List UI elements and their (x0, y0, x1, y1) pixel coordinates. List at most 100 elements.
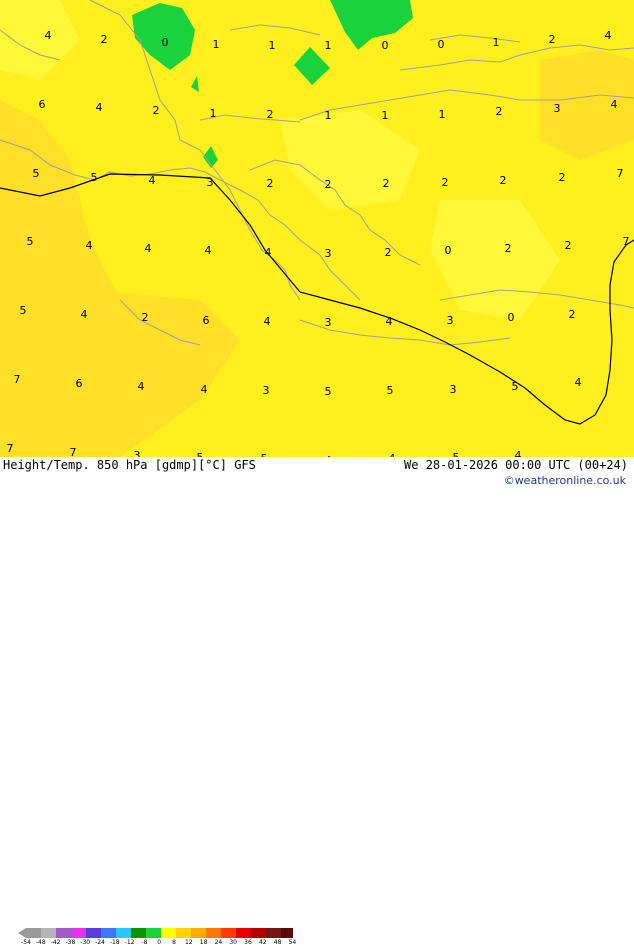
scale-segment (131, 928, 146, 938)
temperature-label: 1 (493, 36, 500, 49)
scale-tick-label: -18 (109, 939, 120, 946)
scale-segment (41, 928, 56, 938)
temperature-label: 0 (438, 38, 445, 51)
temperature-label: 7 (7, 442, 14, 455)
temperature-label: 4 (86, 239, 93, 252)
temperature-label: 0 (162, 36, 169, 49)
temperature-label: 3 (325, 316, 332, 329)
scale-segment (26, 928, 41, 938)
scale-segment (236, 928, 251, 938)
scale-tick-label: -54 (21, 939, 31, 946)
temperature-label: 3 (450, 383, 457, 396)
temperature-label: 5 (387, 384, 394, 397)
temperature-label: 4 (149, 174, 156, 187)
temperature-label: 2 (442, 176, 449, 189)
scale-segment (191, 928, 206, 938)
scale-tick-label: 54 (288, 939, 297, 946)
temperature-label: 5 (512, 380, 519, 393)
temperature-label: 2 (385, 246, 392, 259)
scale-segment (176, 928, 191, 938)
temperature-label: 2 (325, 178, 332, 191)
temperature-label: 4 (386, 315, 393, 328)
scale-segment (101, 928, 116, 938)
temperature-label: 1 (439, 108, 446, 121)
scale-tick-label: -48 (35, 939, 46, 946)
temperature-label: 5 (325, 385, 332, 398)
temperature-label: 2 (267, 108, 274, 121)
temperature-label: 4 (45, 29, 52, 42)
scale-tick-label: 8 (172, 939, 176, 946)
temperature-label: 2 (496, 105, 503, 118)
scale-segment (146, 928, 161, 938)
temperature-label: 2 (267, 177, 274, 190)
temperature-label: 6 (203, 314, 210, 327)
temperature-label: 4 (145, 242, 152, 255)
color-scale-ticks: -54 -48 -42 -38 -30 -24 -18 -12 -8 0 8 12 18 24 30 36 42… (21, 939, 297, 947)
temperature-label: 5 (33, 167, 40, 180)
scale-segment (281, 928, 293, 938)
scale-segment (161, 928, 176, 938)
temperature-label: 4 (96, 101, 103, 114)
temperature-label: 3 (263, 384, 270, 397)
temperature-label: 3 (325, 247, 332, 260)
scale-tick-label: 30 (229, 939, 238, 946)
temperature-label: 0 (508, 311, 515, 324)
valid-datetime: We 28-01-2026 00:00 UTC (00+24) (404, 458, 628, 472)
scale-tick-label: -42 (50, 939, 61, 946)
temperature-label: 3 (207, 176, 214, 189)
temperature-label: 2 (549, 33, 556, 46)
temperature-label: 4 (264, 315, 271, 328)
temperature-label: 1 (325, 39, 332, 52)
scale-tick-label: 48 (273, 939, 282, 946)
temperature-label: 0 (445, 244, 452, 257)
temperature-label: 4 (611, 98, 618, 111)
scale-tick-label: 18 (199, 939, 208, 946)
scale-tick-label: 42 (258, 939, 267, 946)
scale-arrow-left (18, 928, 26, 938)
temperature-label: 6 (39, 98, 46, 111)
temperature-label: 2 (383, 177, 390, 190)
scale-segment (251, 928, 266, 938)
scale-segment (86, 928, 101, 938)
scale-tick-label: -8 (141, 939, 148, 946)
temperature-label: 1 (269, 39, 276, 52)
scale-segment (116, 928, 131, 938)
temperature-label: 2 (565, 239, 572, 252)
temperature-label: 2 (505, 242, 512, 255)
scale-tick-label: -24 (95, 939, 105, 946)
scale-tick-label: -30 (80, 939, 91, 946)
scale-segment (221, 928, 236, 938)
temperature-label: 1 (325, 109, 332, 122)
temperature-label: 5 (27, 235, 34, 248)
temperature-label: 4 (205, 244, 212, 257)
temperature-label: 1 (213, 38, 220, 51)
temperature-label: 3 (134, 449, 141, 457)
scale-tick-label: 0 (157, 939, 162, 946)
temperature-label: 1 (210, 107, 217, 120)
temperature-label: 4 (515, 449, 522, 457)
scale-tick-label: 24 (214, 939, 223, 946)
scale-segment (206, 928, 221, 938)
temperature-label: 7 (70, 446, 77, 457)
temperature-label: 7 (14, 373, 21, 386)
temperature-label: 7 (617, 167, 624, 180)
scale-tick-label: 12 (184, 939, 193, 946)
temperature-label: 4 (265, 246, 272, 259)
map-title: Height/Temp. 850 hPa [gdmp][°C] GFS (3, 458, 256, 472)
temperature-label: 4 (81, 308, 88, 321)
temperature-label: 2 (500, 174, 507, 187)
scale-segment (266, 928, 281, 938)
temperature-label: 5 (20, 304, 27, 317)
temperature-label: 4 (605, 29, 612, 42)
copyright-link[interactable]: ©weatheronline.co.uk (504, 474, 626, 487)
temperature-label: 2 (101, 33, 108, 46)
temperature-label: 2 (142, 311, 149, 324)
scale-segment (71, 928, 86, 938)
temperature-label: 6 (76, 377, 83, 390)
map-footer: Height/Temp. 850 hPa [gdmp][°C] GFS We 2… (0, 457, 634, 946)
temperature-label: 4 (575, 376, 582, 389)
temperature-label: 5 (91, 171, 98, 184)
weather-map: 4 2 0 1 1 1 0 0 1 2 4 6 4 2 1 2 1 1 1 2 3 4 5 5 4 3 2 2 2 2 2 2 7 5 4 4 4 4 3 2… (0, 0, 634, 457)
temperature-label: 2 (153, 104, 160, 117)
temperature-label: 3 (447, 314, 454, 327)
